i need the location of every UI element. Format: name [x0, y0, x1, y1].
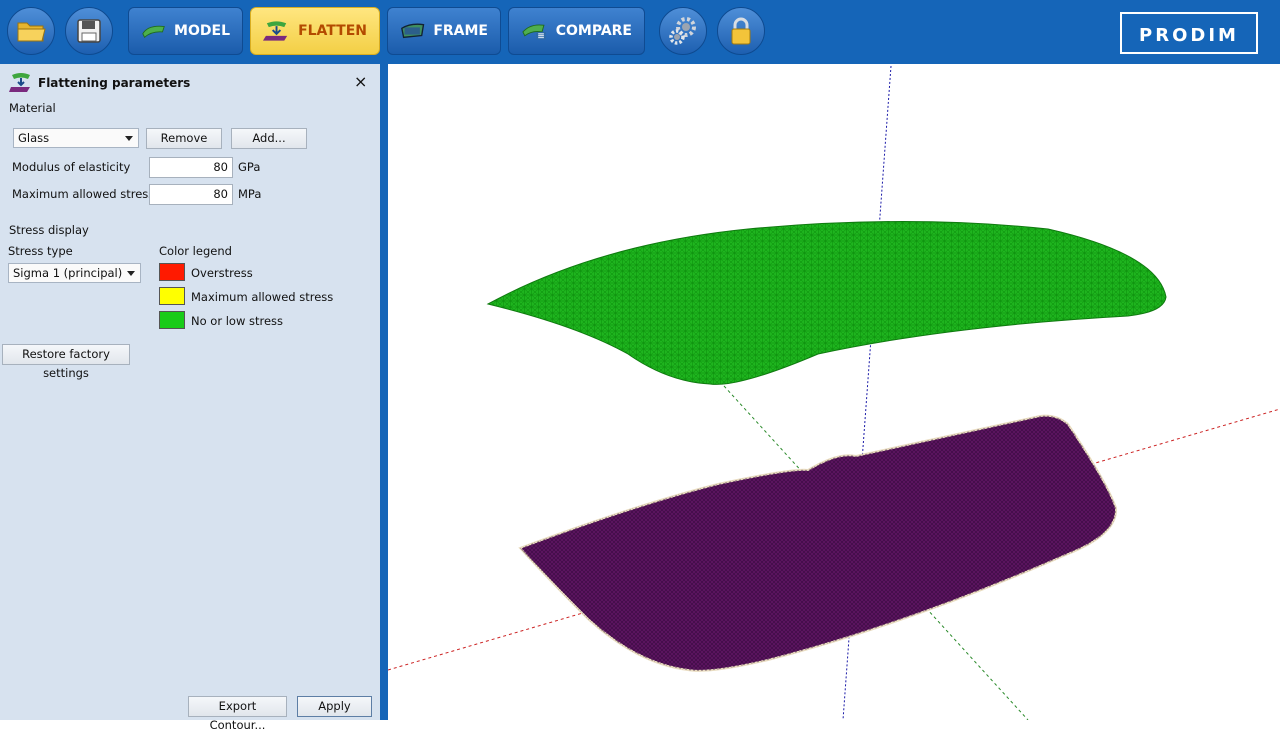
- mode-compare-button[interactable]: COMPARE: [508, 7, 645, 55]
- model-icon: [142, 25, 165, 38]
- legend-label-overstress: Overstress: [191, 266, 253, 280]
- purple-flattened-mesh: [518, 414, 1118, 672]
- stress-display-label: Stress display: [9, 223, 89, 237]
- mode-frame-button[interactable]: FRAME: [387, 7, 501, 55]
- frame-icon: [401, 23, 425, 39]
- modulus-field[interactable]: 80: [149, 157, 233, 178]
- max-stress-unit: MPa: [238, 187, 262, 201]
- max-stress-label: Maximum allowed stress: [12, 187, 155, 201]
- save-button[interactable]: [65, 7, 113, 55]
- flatten-icon: [263, 21, 288, 41]
- mode-frame-label: FRAME: [433, 23, 488, 39]
- remove-button[interactable]: Remove: [146, 128, 222, 149]
- restore-factory-settings-button[interactable]: Restore factory settings: [2, 344, 130, 380]
- flattening-parameters-panel: Flattening parameters × Material Glass R…: [0, 64, 380, 732]
- 3d-viewport[interactable]: [388, 64, 1280, 720]
- max-stress-field[interactable]: 80: [149, 184, 233, 205]
- panel-title: Flattening parameters: [38, 76, 191, 90]
- modulus-unit: GPa: [238, 160, 261, 174]
- stress-type-label: Stress type: [8, 244, 73, 258]
- legend-swatch-low-stress: [159, 311, 185, 329]
- material-select[interactable]: Glass: [13, 128, 139, 148]
- flatten-panel-icon: [9, 73, 30, 92]
- legend-swatch-max-stress: [159, 287, 185, 305]
- apply-button[interactable]: Apply: [297, 696, 372, 717]
- color-legend-label: Color legend: [159, 244, 232, 258]
- lock-icon: [731, 17, 751, 45]
- open-button[interactable]: [7, 7, 55, 55]
- mode-model-label: MODEL: [174, 23, 230, 39]
- open-folder-icon: [17, 22, 46, 42]
- mode-flatten-label: FLATTEN: [298, 23, 367, 39]
- add-button[interactable]: Add...: [231, 128, 307, 149]
- logo-text: PRODIM: [1139, 25, 1239, 46]
- settings-gears-icon: [669, 17, 696, 45]
- mode-compare-label: COMPARE: [555, 23, 632, 39]
- prodim-logo: PRODIM: [1120, 12, 1258, 54]
- panel-splitter[interactable]: [380, 64, 388, 720]
- material-label: Material: [9, 101, 56, 115]
- close-panel-button[interactable]: ×: [354, 72, 367, 91]
- compare-icon: [522, 24, 546, 40]
- mode-model-button[interactable]: MODEL: [128, 7, 243, 55]
- save-disk-icon: [77, 19, 101, 43]
- legend-swatch-overstress: [159, 263, 185, 281]
- mode-flatten-button[interactable]: FLATTEN: [250, 7, 380, 55]
- lock-button[interactable]: [717, 7, 765, 55]
- chevron-down-icon: [127, 271, 135, 276]
- legend-label-low-stress: No or low stress: [191, 314, 284, 328]
- main-toolbar: MODEL FLATTEN FRAME COMPARE PRODIM: [0, 0, 1280, 64]
- modulus-label: Modulus of elasticity: [12, 160, 131, 174]
- stress-type-value: Sigma 1 (principal): [13, 266, 123, 280]
- settings-button[interactable]: [659, 7, 707, 55]
- export-contour-button[interactable]: Export Contour...: [188, 696, 287, 732]
- green-curved-mesh: [486, 221, 1167, 385]
- legend-label-max-stress: Maximum allowed stress: [191, 290, 334, 304]
- viewport-canvas: [388, 65, 1280, 720]
- stress-type-select[interactable]: Sigma 1 (principal): [8, 263, 141, 283]
- material-select-value: Glass: [18, 131, 50, 145]
- chevron-down-icon: [125, 136, 133, 141]
